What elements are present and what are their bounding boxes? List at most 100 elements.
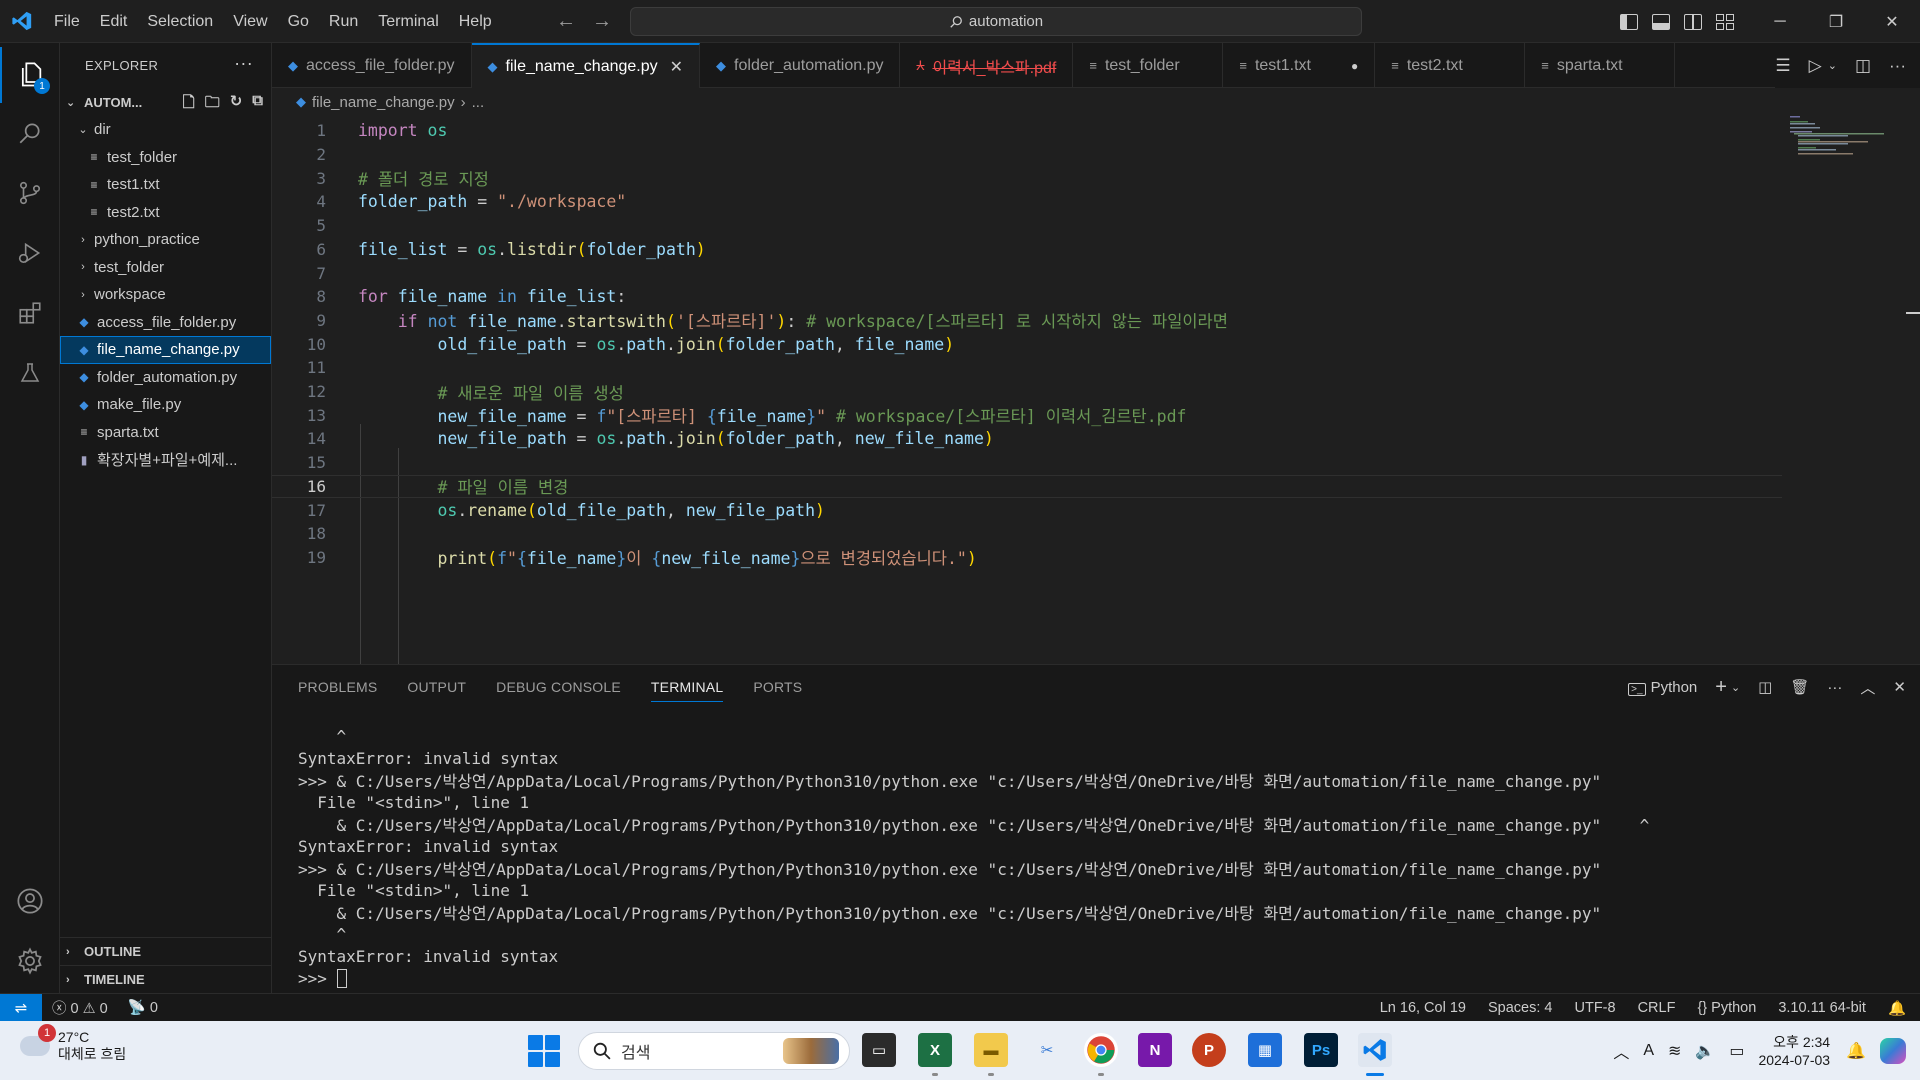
split-editor-icon[interactable]: ◫ [1855,56,1871,76]
tree-item[interactable]: ◆ access_file_folder.py [60,309,271,337]
editor-tab[interactable]: ≡ test_folder [1073,43,1224,88]
language-mode[interactable]: {} Python [1697,1000,1756,1016]
volume-icon[interactable]: 🔈 [1695,1041,1715,1061]
problems-status[interactable]: ⓧ 0 ⚠ 0 [52,997,108,1018]
tree-item[interactable]: ≡ test_folder [60,144,271,172]
new-file-icon[interactable]: 🗋 [183,92,195,117]
panel-tab-terminal[interactable]: TERMINAL [650,673,724,702]
tree-item[interactable]: ≡ sparta.txt [60,419,271,447]
menu-terminal[interactable]: Terminal [368,0,448,43]
indentation[interactable]: Spaces: 4 [1488,1000,1553,1016]
editor-tab[interactable]: ≡ sparta.txt [1525,43,1676,88]
restore-icon[interactable]: ❐ [1808,0,1864,43]
code-line[interactable]: 18 [272,522,1782,546]
toggle-secondary-sidebar-icon[interactable] [1684,13,1702,30]
tree-item[interactable]: › workspace [60,281,271,309]
terminal-output[interactable]: ^ SyntaxError: invalid syntax >>> & C:/Use… [298,725,1649,989]
new-terminal-icon[interactable]: + [1715,676,1727,699]
run-debug-activity[interactable] [0,225,60,281]
editor-tab[interactable]: ≡ test2.txt [1375,43,1526,88]
notification-bell-icon[interactable]: 🔔 [1846,1041,1866,1061]
menu-help[interactable]: Help [449,0,502,43]
panel-tab-problems[interactable]: PROBLEMS [298,673,377,701]
encoding[interactable]: UTF-8 [1574,1000,1615,1016]
source-control-activity[interactable] [0,165,60,221]
remote-icon[interactable]: ⇌ [0,993,42,1022]
chevron-down-icon[interactable]: ⌄ [1828,59,1837,72]
chrome-icon[interactable] [1084,1033,1118,1067]
outline-section[interactable]: › OUTLINE [60,937,272,965]
code-line[interactable]: 11 [272,356,1782,380]
task-view-icon[interactable]: ▭ [862,1033,896,1067]
code-line[interactable]: 5 [272,214,1782,238]
taskbar-search[interactable]: 검색 [578,1032,850,1070]
line-ending[interactable]: CRLF [1638,1000,1676,1016]
toggle-primary-sidebar-icon[interactable] [1620,13,1638,30]
ports-status[interactable]: 📡 0 [128,999,158,1016]
tree-item[interactable]: ◆ make_file.py [60,391,271,419]
more-actions-icon[interactable]: ··· [234,53,253,74]
menu-file[interactable]: File [44,0,90,43]
close-window-icon[interactable]: ✕ [1864,0,1920,43]
code-line[interactable]: 1 import os [272,119,1782,143]
panel-tab-output[interactable]: OUTPUT [407,673,466,701]
toggle-panel-icon[interactable] [1652,13,1670,30]
code-line[interactable]: 19 print(f"{file_name}이 {new_file_name}으… [272,546,1782,570]
editor-tab[interactable]: ◆ folder_automation.py [700,43,901,88]
battery-icon[interactable]: ▭ [1729,1041,1744,1061]
excel-icon[interactable]: X [918,1033,952,1067]
code-line[interactable]: 15 [272,451,1782,475]
manage-activity[interactable] [0,933,60,989]
code-line[interactable]: 13 new_file_name = f"[스파르타] {file_name}"… [272,403,1782,427]
code-line[interactable]: 2 [272,143,1782,167]
breadcrumb-file[interactable]: file_name_change.py [312,94,455,111]
breadcrumb-rest[interactable]: ... [472,94,485,111]
code-line[interactable]: 10 old_file_path = os.path.join(folder_p… [272,332,1782,356]
python-interpreter[interactable]: 3.10.11 64-bit [1778,1000,1866,1016]
collapse-all-icon[interactable]: ⧉ [252,92,263,117]
menu-edit[interactable]: Edit [90,0,138,43]
start-button[interactable] [528,1035,560,1067]
chevron-down-icon[interactable]: ⌄ [1731,681,1740,694]
onenote-icon[interactable]: N [1138,1033,1172,1067]
search-activity[interactable] [0,105,60,161]
code-editor[interactable]: 1 import os 2 3 # 폴더 경로 지정 4 folder_path = "./… [272,116,1920,684]
maximize-panel-icon[interactable]: ︿ [1860,677,1875,698]
customize-layout-icon[interactable] [1716,13,1734,30]
run-python-icon[interactable]: ▷ [1809,56,1822,76]
back-arrow-icon[interactable]: ← [556,10,576,33]
wifi-icon[interactable]: ≋ [1668,1041,1681,1061]
minimize-icon[interactable]: ─ [1752,0,1808,43]
command-center-search[interactable]: automation [630,7,1362,36]
forward-arrow-icon[interactable]: → [592,10,612,33]
code-line[interactable]: 3 # 폴더 경로 지정 [272,166,1782,190]
new-folder-icon[interactable]: 🗀 [205,92,220,117]
weather-widget[interactable]: 1 27°C 대체로 흐림 [20,1024,126,1063]
editor-tab[interactable]: ⅄ 이력서_박스파.pdf [900,43,1074,88]
editor-tab[interactable]: ◆ file_name_change.py ✕ [471,43,701,88]
close-tab-icon[interactable]: ✕ [670,57,683,77]
tree-item[interactable]: ≡ test2.txt [60,199,271,227]
menu-run[interactable]: Run [319,0,368,43]
menu-view[interactable]: View [223,0,277,43]
calendar-icon[interactable]: ▦ [1248,1033,1282,1067]
photoshop-icon[interactable]: Ps [1304,1033,1338,1067]
unsaved-dot-icon[interactable]: ● [1351,59,1358,73]
code-line[interactable]: 4 folder_path = "./workspace" [272,190,1782,214]
code-line[interactable]: 14 new_file_path = os.path.join(folder_p… [272,427,1782,451]
copilot-icon[interactable] [1880,1037,1906,1064]
more-actions-icon[interactable]: ··· [1889,56,1906,76]
timeline-section[interactable]: › TIMELINE [60,965,272,993]
accounts-activity[interactable] [0,873,60,929]
trash-icon[interactable]: 🗑 [1790,678,1809,696]
refresh-icon[interactable]: ↻ [230,92,243,117]
clock[interactable]: 오후 2:34 2024-07-03 [1758,1033,1830,1069]
input-method-icon[interactable]: A [1643,1042,1654,1060]
terminal-prompt-line[interactable]: >>> [298,967,1649,989]
tree-item[interactable]: ≡ test1.txt [60,171,271,199]
code-line[interactable]: 8 for file_name in file_list: [272,285,1782,309]
notifications-icon[interactable]: 🔔 [1888,1000,1906,1017]
minimap[interactable] [1790,116,1890,176]
code-line[interactable]: 12 # 새로운 파일 이름 생성 [272,380,1782,404]
explorer-activity[interactable]: 1 [0,47,60,103]
